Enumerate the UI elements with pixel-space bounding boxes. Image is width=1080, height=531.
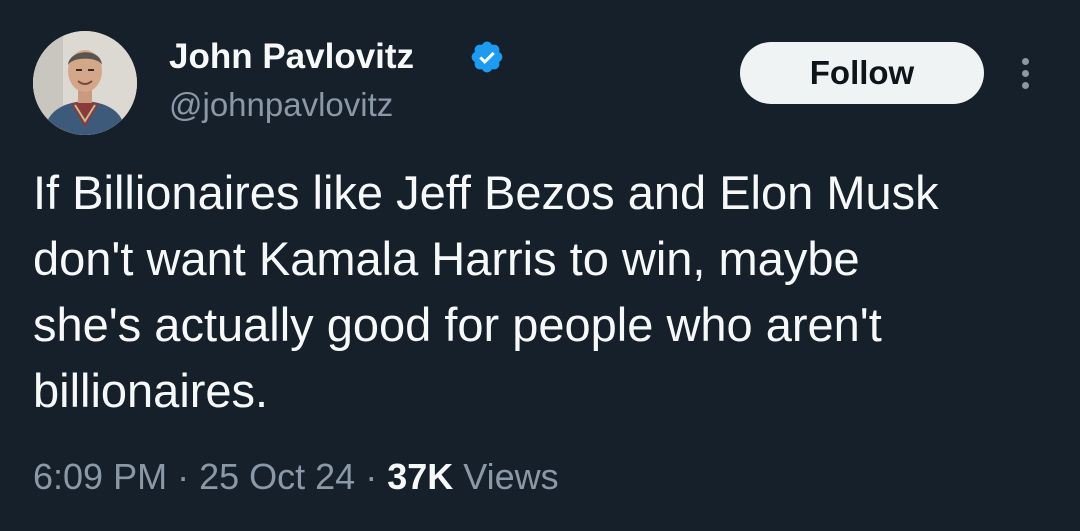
tweet-text-line: If Billionaires like Jeff Bezos and Elon… bbox=[33, 166, 939, 219]
tweet-text-line: billionaires. bbox=[33, 364, 269, 417]
tweet-meta: 6:09 PM · 25 Oct 24 · 37K Views bbox=[33, 455, 559, 499]
author-handle[interactable]: @johnpavlovitz bbox=[169, 85, 393, 125]
avatar[interactable] bbox=[33, 31, 137, 135]
views-count[interactable]: 37K bbox=[387, 456, 453, 497]
avatar-image bbox=[33, 31, 137, 135]
verified-badge-icon bbox=[471, 41, 503, 73]
tweet-time[interactable]: 6:09 PM bbox=[33, 456, 167, 497]
more-dot bbox=[1022, 58, 1029, 65]
tweet-card: John Pavlovitz @johnpavlovitz Follow If … bbox=[0, 0, 1080, 531]
more-dot bbox=[1022, 82, 1029, 89]
tweet-text-line: she's actually good for people who aren'… bbox=[33, 298, 882, 351]
follow-button[interactable]: Follow bbox=[740, 42, 984, 104]
more-dot bbox=[1022, 70, 1029, 77]
meta-separator: · bbox=[177, 456, 190, 497]
meta-separator: · bbox=[365, 456, 378, 497]
views-label: Views bbox=[463, 456, 559, 497]
tweet-text-line: don't want Kamala Harris to win, maybe bbox=[33, 232, 860, 285]
tweet-text: If Billionaires like Jeff Bezos and Elon… bbox=[33, 160, 1053, 424]
more-vertical-icon[interactable] bbox=[1010, 52, 1042, 94]
tweet-date[interactable]: 25 Oct 24 bbox=[199, 456, 355, 497]
display-name[interactable]: John Pavlovitz bbox=[169, 36, 414, 78]
